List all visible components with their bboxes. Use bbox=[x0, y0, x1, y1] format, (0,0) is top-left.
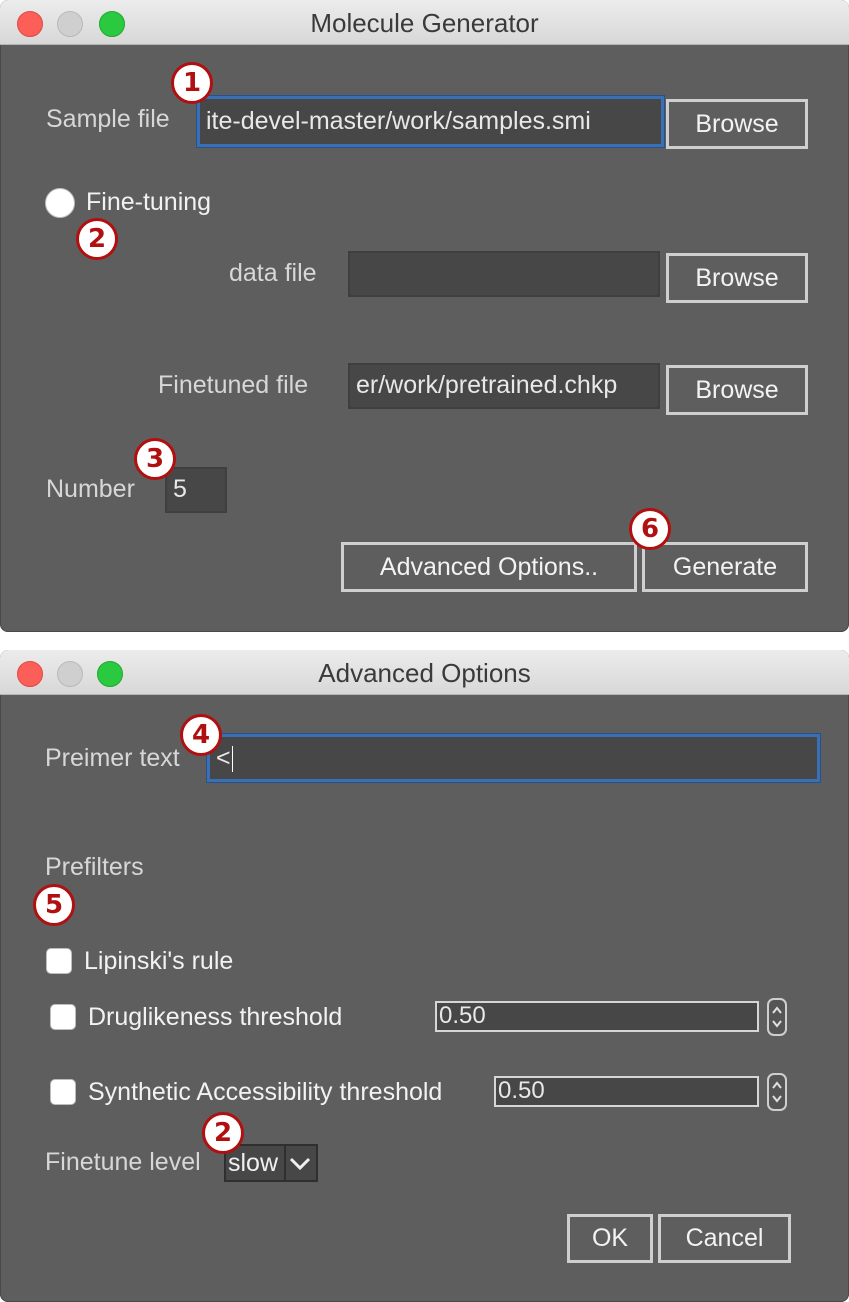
title-bar: Molecule Generator bbox=[0, 0, 849, 45]
chevron-down-icon bbox=[284, 1146, 316, 1180]
synthetic-label: Synthetic Accessibility threshold bbox=[88, 1078, 443, 1106]
text-cursor bbox=[231, 746, 233, 773]
synthetic-stepper[interactable] bbox=[767, 1073, 787, 1111]
cancel-button[interactable]: Cancel bbox=[658, 1214, 791, 1263]
data-file-label: data file bbox=[229, 259, 317, 287]
data-file-input[interactable] bbox=[348, 251, 660, 297]
number-input[interactable]: 5 bbox=[165, 467, 227, 513]
stepper-arrows-icon bbox=[772, 1006, 782, 1028]
druglikeness-checkbox[interactable] bbox=[50, 1004, 76, 1030]
annotation-badge-2-advanced: 2 bbox=[202, 1112, 244, 1154]
druglikeness-stepper[interactable] bbox=[767, 998, 787, 1036]
finetuned-file-input[interactable]: er/work/pretrained.chkp bbox=[348, 363, 660, 409]
lipinski-checkbox[interactable] bbox=[46, 948, 72, 974]
title-bar-advanced: Advanced Options bbox=[0, 650, 849, 695]
browse-data-button[interactable]: Browse bbox=[666, 253, 808, 303]
number-label: Number bbox=[46, 475, 135, 503]
browse-finetuned-button[interactable]: Browse bbox=[666, 365, 808, 415]
annotation-badge-2: 2 bbox=[76, 218, 118, 260]
molecule-generator-window: Molecule Generator Sample file ite-devel… bbox=[0, 0, 849, 632]
advanced-options-button[interactable]: Advanced Options.. bbox=[341, 542, 637, 592]
finetune-level-label: Finetune level bbox=[45, 1148, 201, 1176]
window-title-advanced: Advanced Options bbox=[318, 658, 531, 688]
fine-tuning-label: Fine-tuning bbox=[86, 188, 212, 216]
browse-sample-button[interactable]: Browse bbox=[666, 99, 808, 149]
preimer-text-label: Preimer text bbox=[45, 744, 180, 772]
finetune-level-select[interactable]: slow bbox=[224, 1144, 318, 1182]
annotation-badge-5: 5 bbox=[33, 884, 75, 926]
advanced-options-window: Advanced Options Preimer text < Prefilte… bbox=[0, 650, 849, 1302]
ok-button[interactable]: OK bbox=[567, 1214, 653, 1263]
synthetic-input[interactable]: 0.50 bbox=[494, 1076, 759, 1107]
annotation-badge-3: 3 bbox=[134, 438, 176, 480]
annotation-badge-6: 6 bbox=[629, 508, 671, 550]
prefilters-label: Prefilters bbox=[45, 853, 144, 881]
fine-tuning-radio[interactable] bbox=[45, 188, 75, 218]
window-title: Molecule Generator bbox=[310, 8, 539, 38]
annotation-badge-1: 1 bbox=[171, 62, 213, 104]
sample-file-input[interactable]: ite-devel-master/work/samples.smi bbox=[197, 96, 664, 147]
druglikeness-label: Druglikeness threshold bbox=[88, 1003, 343, 1031]
preimer-text-input[interactable]: < bbox=[207, 734, 820, 782]
finetuned-file-label: Finetuned file bbox=[158, 371, 309, 399]
annotation-badge-4: 4 bbox=[180, 714, 222, 756]
sample-file-label: Sample file bbox=[46, 105, 170, 133]
stepper-arrows-icon bbox=[772, 1081, 782, 1103]
finetune-level-value: slow bbox=[228, 1149, 279, 1177]
lipinski-label: Lipinski's rule bbox=[84, 947, 234, 975]
druglikeness-input[interactable]: 0.50 bbox=[435, 1001, 759, 1032]
preimer-text-value: < bbox=[216, 744, 231, 772]
synthetic-checkbox[interactable] bbox=[50, 1079, 76, 1105]
generate-button[interactable]: Generate bbox=[642, 542, 808, 592]
